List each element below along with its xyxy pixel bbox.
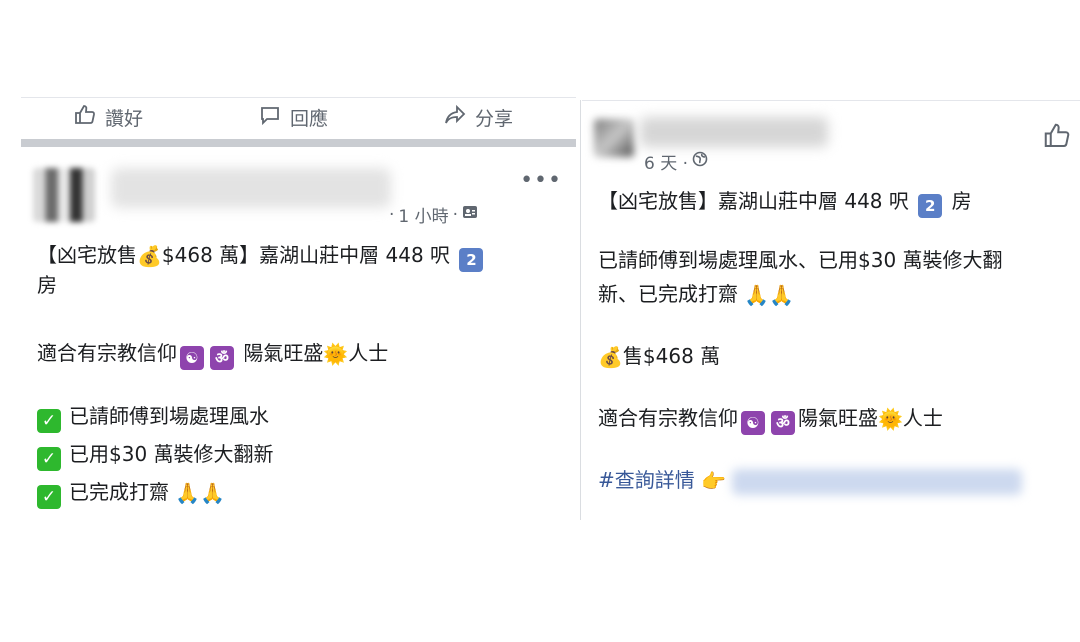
post-title: 【凶宅放售💰$468 萬】嘉湖山莊中層 448 呎 2 bbox=[37, 240, 486, 272]
praying-hands-icon: 🙏🙏 bbox=[175, 481, 226, 505]
audience-icon bbox=[462, 204, 478, 225]
avatar[interactable] bbox=[594, 119, 634, 157]
post-price-line: 💰售$468 萬 bbox=[598, 341, 720, 372]
post-link-line: #查詢詳情 👉 bbox=[598, 465, 1023, 496]
post-title: 【凶宅放售】嘉湖山莊中層 448 呎 2 房 bbox=[598, 186, 972, 218]
post-meta: · 1 小時 · bbox=[389, 202, 478, 227]
check-mark-icon: ✓ bbox=[37, 447, 61, 471]
share-button[interactable]: 分享 bbox=[443, 100, 513, 134]
post-meta: 6 天 · bbox=[644, 149, 708, 174]
check-mark-icon: ✓ bbox=[37, 409, 61, 433]
post-time[interactable]: 6 天 · bbox=[644, 149, 688, 174]
post-religion-line: 適合有宗教信仰 ☯ ॐ 陽氣旺盛🌞人士 bbox=[598, 403, 943, 435]
check-line-2: ✓ 已用$30 萬裝修大翻新 bbox=[37, 439, 274, 471]
like-icon bbox=[73, 103, 97, 132]
comment-button[interactable]: 回應 bbox=[258, 100, 328, 134]
om-icon: ॐ bbox=[771, 411, 795, 435]
yin-yang-icon: ☯ bbox=[180, 346, 204, 370]
post-time[interactable]: 1 小時 bbox=[398, 202, 448, 227]
comment-label: 回應 bbox=[290, 107, 329, 130]
author-name-blurred[interactable] bbox=[640, 117, 828, 147]
sun-icon: 🌞 bbox=[878, 407, 903, 431]
sun-icon: 🌞 bbox=[323, 342, 349, 366]
post-body-line-2: 新、已完成打齋 🙏🙏 bbox=[598, 279, 794, 310]
om-icon: ॐ bbox=[210, 346, 234, 370]
check-line-1: ✓ 已請師傅到場處理風水 bbox=[37, 401, 269, 433]
money-bag-icon: 💰 bbox=[137, 244, 162, 268]
action-bar: 讚好 回應 分享 bbox=[21, 98, 576, 138]
post-separator bbox=[21, 139, 576, 147]
hashtag-link[interactable]: #查詢詳情 bbox=[598, 468, 695, 492]
author-name-blurred[interactable] bbox=[111, 168, 391, 208]
blurred-link[interactable] bbox=[732, 468, 1023, 495]
share-icon bbox=[443, 103, 467, 132]
post-title-cont: 房 bbox=[37, 273, 57, 297]
like-icon[interactable] bbox=[1042, 121, 1072, 155]
keycap-2-icon: 2 bbox=[459, 248, 484, 272]
money-bag-icon: 💰 bbox=[598, 345, 623, 369]
share-label: 分享 bbox=[475, 107, 514, 130]
pointing-right-icon: 👉 bbox=[701, 469, 727, 493]
like-label: 讚好 bbox=[105, 107, 144, 130]
more-options-button[interactable]: ••• bbox=[520, 168, 562, 193]
like-button[interactable]: 讚好 bbox=[73, 100, 143, 134]
check-mark-icon: ✓ bbox=[37, 485, 61, 509]
post-body-line-1: 已請師傅到場處理風水、已用$30 萬裝修大翻 bbox=[598, 248, 1003, 272]
check-line-3: ✓ 已完成打齋 🙏🙏 bbox=[37, 477, 225, 509]
globe-icon bbox=[692, 151, 708, 172]
post-religion-line: 適合有宗教信仰 ☯ ॐ 陽氣旺盛🌞人士 bbox=[37, 338, 388, 370]
panel-divider bbox=[580, 100, 581, 520]
right-post: 6 天 · 【凶宅放售】嘉湖山莊中層 448 呎 2 房 已請師傅到場處理風水、… bbox=[582, 100, 1080, 521]
left-post: 讚好 回應 分享 ••• · 1 小時 · 【凶宅放售💰$468 萬】嘉湖山莊中… bbox=[21, 97, 576, 522]
keycap-2-icon: 2 bbox=[918, 194, 943, 218]
praying-hands-icon: 🙏🙏 bbox=[744, 283, 795, 307]
yin-yang-icon: ☯ bbox=[741, 411, 765, 435]
comment-icon bbox=[258, 103, 282, 132]
avatar[interactable] bbox=[33, 168, 95, 222]
